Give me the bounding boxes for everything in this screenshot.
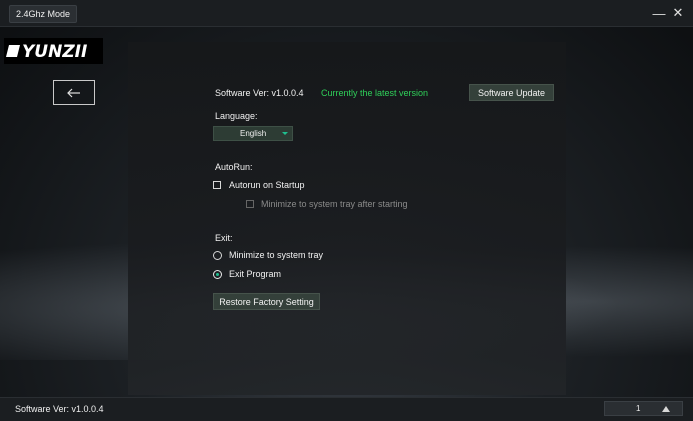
exit-option-exit-label: Exit Program <box>229 269 282 279</box>
chevron-down-icon <box>282 132 288 135</box>
autorun-option-label: Autorun on Startup <box>229 180 305 190</box>
title-bar: 2.4Ghz Mode — ✕ <box>0 0 693 27</box>
mode-tab[interactable]: 2.4Ghz Mode <box>9 5 78 23</box>
status-version-text: Software Ver: v1.0.0.4 <box>15 404 104 414</box>
minimize-button[interactable]: — <box>651 5 667 21</box>
minimize-icon: — <box>652 5 666 21</box>
brand-logo: YUNZII <box>4 38 103 64</box>
exit-label: Exit: <box>215 233 233 243</box>
arrow-left-icon <box>67 88 80 97</box>
back-button[interactable] <box>53 80 95 105</box>
software-update-button[interactable]: Software Update <box>469 84 554 101</box>
restore-factory-button[interactable]: Restore Factory Setting <box>213 293 320 310</box>
status-bar: Software Ver: v1.0.0.4 <box>0 397 693 421</box>
close-icon: ✕ <box>672 5 684 20</box>
language-label: Language: <box>215 111 258 121</box>
language-value: English <box>240 129 267 138</box>
exit-radio-minimize[interactable] <box>213 251 222 260</box>
close-button[interactable]: ✕ <box>670 5 686 21</box>
page-number: 1 <box>636 404 641 413</box>
minimize-tray-checkbox[interactable] <box>246 200 254 208</box>
minimize-tray-option-label: Minimize to system tray after starting <box>261 199 408 209</box>
pager: 1 <box>604 401 683 416</box>
software-version-label: Software Ver: v1.0.0.4 <box>215 88 304 98</box>
logo-text: YUNZII <box>22 42 87 61</box>
version-status: Currently the latest version <box>321 88 429 98</box>
autorun-checkbox[interactable] <box>213 181 221 189</box>
autorun-label: AutoRun: <box>215 162 253 172</box>
exit-option-minimize-label: Minimize to system tray <box>229 250 324 260</box>
language-dropdown[interactable]: English <box>213 126 293 141</box>
triangle-up-icon[interactable] <box>662 406 670 412</box>
logo-icon: YUNZII <box>5 42 87 61</box>
exit-radio-exit-program[interactable] <box>213 270 222 279</box>
